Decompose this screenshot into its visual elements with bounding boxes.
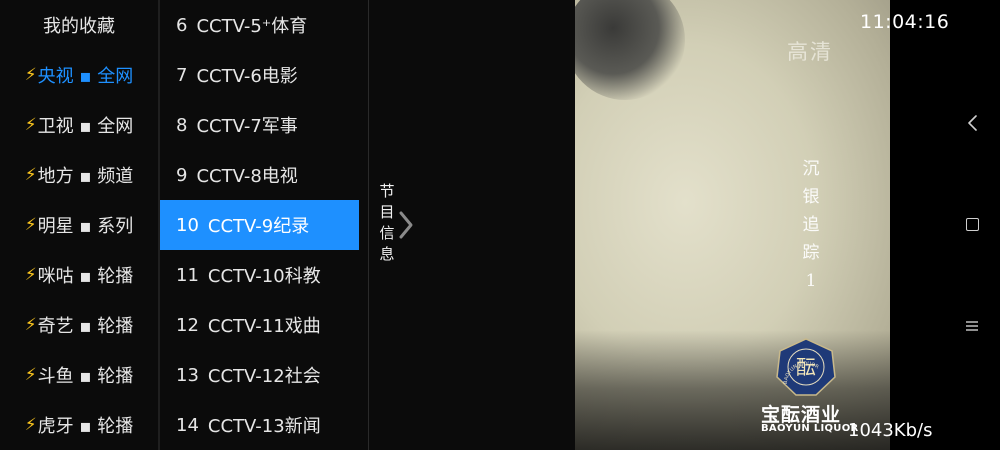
lightning-icon: ⚡ [24,415,37,435]
logo-english-text: BAOYUN LIQUOR [761,423,859,434]
program-title-overlay: 沉银追踪1 [802,159,820,291]
category-item[interactable]: ⚡ 卫视 ▪ 全网 [0,100,158,150]
channel-name: CCTV-11戏曲 [207,316,321,337]
channel-item[interactable]: 14 CCTV-13新闻 [160,400,368,450]
channel-item[interactable]: 13 CCTV-12社会 [160,350,368,400]
lightning-icon: ⚡ [24,315,37,335]
category-item[interactable]: ⚡ 地方 ▪ 频道 [0,150,158,200]
category-label: 卫视 ▪ 全网 [37,116,134,137]
clock: 11:04:16 [860,11,950,33]
channel-name: CCTV-10科教 [207,266,321,287]
category-label: 斗鱼 ▪ 轮播 [37,366,134,387]
channel-item[interactable]: 8 CCTV-7军事 [160,100,368,150]
category-label: 我的收藏 [43,16,115,37]
channel-number: 8 [176,114,188,136]
category-item[interactable]: ⚡ 斗鱼 ▪ 轮播 [0,350,158,400]
channel-number: 13 [176,364,199,386]
menu-icon[interactable] [966,320,978,332]
system-nav-bar [890,0,1000,450]
category-label: 明星 ▪ 系列 [37,216,134,237]
network-speed: 1043Kb/s [848,420,933,441]
channel-number: 14 [176,414,199,436]
baoyun-logo: 酝 BAOYUN LIQUOR [776,338,836,396]
hd-badge: 高清 [787,40,833,64]
channel-number: 12 [176,314,199,336]
category-label: 虎牙 ▪ 轮播 [37,416,134,437]
channel-name: CCTV-6电影 [196,66,298,87]
lightning-icon: ⚡ [24,265,37,285]
category-item[interactable]: ⚡ 咪咕 ▪ 轮播 [0,250,158,300]
channel-item[interactable]: 9 CCTV-8电视 [160,150,368,200]
channel-number: 11 [176,264,199,286]
video-scene-shadow [575,0,685,100]
channel-number: 6 [176,14,188,36]
channel-name: CCTV-13新闻 [207,416,321,437]
lightning-icon: ⚡ [24,65,37,85]
category-item[interactable]: ⚡ 央视 ▪ 全网 [0,50,158,100]
channel-item[interactable]: 12 CCTV-11戏曲 [160,300,368,350]
channel-list: 6 CCTV-5⁺体育 7 CCTV-6电影 8 CCTV-7军事 9 CCTV-8电视 10 C… [160,0,368,450]
category-item[interactable]: ⚡ 明星 ▪ 系列 [0,200,158,250]
category-item[interactable]: ⚡ 奇艺 ▪ 轮播 [0,300,158,350]
chevron-right-icon[interactable] [395,209,417,241]
channel-item[interactable]: 6 CCTV-5⁺体育 [160,0,368,50]
category-label: 央视 ▪ 全网 [37,66,134,87]
category-item[interactable]: ⚡ 虎牙 ▪ 轮播 [0,400,158,450]
back-icon[interactable] [965,114,981,132]
category-item[interactable]: 我的收藏 [0,0,158,50]
channel-item[interactable]: 10 CCTV-9纪录 [160,200,359,250]
category-label: 咪咕 ▪ 轮播 [37,266,134,287]
channel-item[interactable]: 11 CCTV-10科教 [160,250,368,300]
lightning-icon: ⚡ [24,165,37,185]
channel-name: CCTV-9纪录 [207,216,310,237]
channel-number: 7 [176,64,188,86]
channel-item[interactable]: 7 CCTV-6电影 [160,50,368,100]
home-icon[interactable] [966,218,979,231]
channel-name: CCTV-12社会 [207,366,321,387]
channel-number: 10 [176,214,199,236]
category-label: 奇艺 ▪ 轮播 [37,316,134,337]
lightning-icon: ⚡ [24,115,37,135]
lightning-icon: ⚡ [24,365,37,385]
epg-panel[interactable]: 节目信息 [369,0,575,450]
channel-name: CCTV-8电视 [196,166,298,187]
video-player[interactable]: 高清 沉银追踪1 酝 BAOYUN LIQUOR 宝酝酒业 BAOYUN LIQ… [575,0,890,450]
channel-number: 9 [176,164,188,186]
category-label: 地方 ▪ 频道 [37,166,134,187]
channel-name: CCTV-5⁺体育 [196,16,308,37]
lightning-icon: ⚡ [24,215,37,235]
channel-name: CCTV-7军事 [196,116,298,137]
category-panel: 我的收藏 ⚡ 央视 ▪ 全网 ⚡ 卫视 ▪ 全网 ⚡ 地方 ▪ 频道 ⚡ 明星 ▪ 系列 ⚡ 咪咕 … [0,0,158,450]
